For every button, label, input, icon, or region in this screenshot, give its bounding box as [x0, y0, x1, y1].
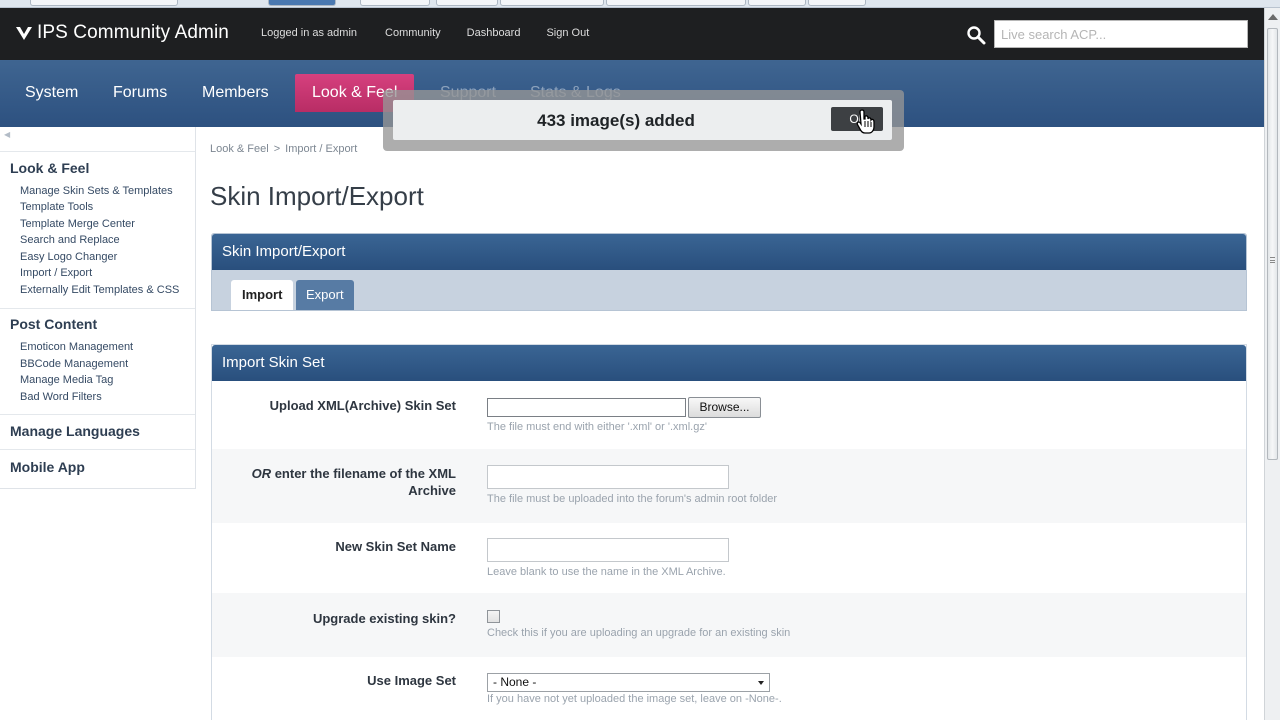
- sidebar-item-media-tag[interactable]: Manage Media Tag: [20, 374, 113, 386]
- filename-label-text: enter the filename of the XML Archive: [271, 466, 456, 498]
- tab-export[interactable]: Export: [296, 280, 354, 310]
- tab-import[interactable]: Import: [231, 280, 294, 310]
- upgrade-label: Upgrade existing skin?: [312, 611, 456, 626]
- search-icon[interactable]: [966, 25, 986, 45]
- sidebar-divider: [0, 308, 195, 309]
- image-set-selected: - None -: [493, 675, 537, 689]
- popup-dialog: 433 image(s) added Ok: [393, 100, 892, 140]
- browser-tab[interactable]: [500, 0, 604, 6]
- sidebar-divider: [0, 414, 195, 415]
- browser-tab[interactable]: [606, 0, 746, 6]
- nav-system[interactable]: System: [8, 74, 95, 112]
- import-skin-set-panel: Import Skin Set Upload XML(Archive) Skin…: [211, 344, 1247, 720]
- browser-tab[interactable]: [30, 0, 178, 6]
- browser-tab[interactable]: [360, 0, 430, 6]
- collapse-sidebar-icon[interactable]: ◀: [4, 130, 10, 139]
- ips-logo-icon: [16, 27, 32, 40]
- upload-label: Upload XML(Archive) Skin Set: [269, 398, 456, 413]
- community-link[interactable]: Community: [370, 25, 454, 41]
- panel-title: Import Skin Set: [212, 345, 1246, 381]
- nav-members[interactable]: Members: [185, 74, 286, 112]
- sidebar-item-template-tools[interactable]: Template Tools: [20, 201, 93, 213]
- sidebar-item-import-export[interactable]: Import / Export: [20, 267, 92, 279]
- sidebar-heading-manage-languages[interactable]: Manage Languages: [10, 423, 140, 439]
- sidebar-item-manage-skin-sets[interactable]: Manage Skin Sets & Templates: [20, 185, 173, 197]
- upload-hint: The file must end with either '.xml' or …: [487, 421, 707, 433]
- browser-tab[interactable]: [436, 0, 498, 6]
- upgrade-checkbox[interactable]: [487, 610, 500, 623]
- form-row-skin-name: New Skin Set Name Leave blank to use the…: [212, 523, 1246, 593]
- popup-message: 433 image(s) added: [537, 111, 695, 130]
- filename-label: OR enter the filename of the XML Archive: [226, 465, 456, 499]
- upgrade-hint: Check this if you are uploading an upgra…: [487, 627, 791, 639]
- sidebar-heading-look-feel[interactable]: Look & Feel: [10, 160, 89, 176]
- sidebar-divider: [0, 449, 195, 450]
- form-row-upload: Upload XML(Archive) Skin Set Browse... T…: [212, 381, 1246, 449]
- browser-tab-strip: [0, 0, 1280, 8]
- form-row-filename: OR enter the filename of the XML Archive…: [212, 449, 1246, 523]
- skin-name-hint: Leave blank to use the name in the XML A…: [487, 566, 726, 578]
- app-logo[interactable]: IPS Community Admin: [15, 22, 229, 44]
- breadcrumb-import-export[interactable]: Import / Export: [285, 143, 357, 155]
- live-search-input[interactable]: [994, 20, 1248, 48]
- sidebar-heading-post-content[interactable]: Post Content: [10, 316, 97, 332]
- sidebar-item-emoticon[interactable]: Emoticon Management: [20, 341, 133, 353]
- admin-header: IPS Community Admin Logged in as admin C…: [0, 8, 1264, 60]
- dashboard-link[interactable]: Dashboard: [454, 25, 534, 41]
- xml-filename-input[interactable]: [487, 465, 729, 489]
- scroll-grip-icon: [1270, 257, 1275, 263]
- sidebar: ◀ Look & Feel Manage Skin Sets & Templat…: [0, 127, 196, 489]
- header-links: Logged in as admin Community Dashboard S…: [248, 25, 602, 41]
- scroll-up-arrow-icon[interactable]: [1268, 14, 1278, 20]
- browse-button[interactable]: Browse...: [688, 397, 761, 418]
- sidebar-item-bad-word[interactable]: Bad Word Filters: [20, 391, 102, 403]
- breadcrumb-look-feel[interactable]: Look & Feel: [210, 143, 269, 155]
- sign-out-link[interactable]: Sign Out: [533, 25, 602, 41]
- scroll-thumb[interactable]: [1267, 28, 1278, 460]
- browser-tab[interactable]: [748, 0, 806, 6]
- breadcrumb: Look & Feel > Import / Export: [210, 143, 357, 155]
- breadcrumb-separator: >: [273, 143, 281, 155]
- skin-set-name-input[interactable]: [487, 538, 729, 562]
- upload-file-field[interactable]: [487, 398, 686, 417]
- panel-title: Skin Import/Export: [212, 234, 1246, 270]
- sidebar-item-externally-edit[interactable]: Externally Edit Templates & CSS: [20, 284, 179, 296]
- filename-hint: The file must be uploaded into the forum…: [487, 493, 778, 505]
- sidebar-heading-mobile-app[interactable]: Mobile App: [10, 459, 85, 475]
- image-set-label: Use Image Set: [367, 673, 456, 688]
- page-title: Skin Import/Export: [210, 181, 424, 211]
- sidebar-item-bbcode[interactable]: BBCode Management: [20, 358, 128, 370]
- form-row-image-set: Use Image Set - None - If you have not y…: [212, 657, 1246, 720]
- hand-cursor-icon: [856, 109, 875, 134]
- logged-in-label: Logged in as admin: [261, 27, 358, 39]
- sidebar-item-search-replace[interactable]: Search and Replace: [20, 234, 120, 246]
- chevron-down-icon: [758, 681, 764, 685]
- filename-label-or: OR: [251, 466, 272, 481]
- skin-import-export-panel: Skin Import/Export Import Export: [211, 233, 1247, 311]
- browser-tab[interactable]: [808, 0, 866, 6]
- nav-forums[interactable]: Forums: [96, 74, 184, 112]
- browser-tab[interactable]: [268, 0, 336, 6]
- sidebar-item-easy-logo[interactable]: Easy Logo Changer: [20, 251, 117, 263]
- page-scrollbar[interactable]: [1264, 8, 1280, 720]
- form-row-upgrade: Upgrade existing skin? Check this if you…: [212, 593, 1246, 657]
- image-set-select[interactable]: - None -: [487, 673, 770, 692]
- app-title: IPS Community Admin: [37, 22, 229, 43]
- sidebar-item-template-merge[interactable]: Template Merge Center: [20, 218, 135, 230]
- skin-name-label: New Skin Set Name: [335, 539, 456, 554]
- sidebar-divider: [0, 151, 195, 152]
- image-set-hint: If you have not yet uploaded the image s…: [487, 693, 782, 705]
